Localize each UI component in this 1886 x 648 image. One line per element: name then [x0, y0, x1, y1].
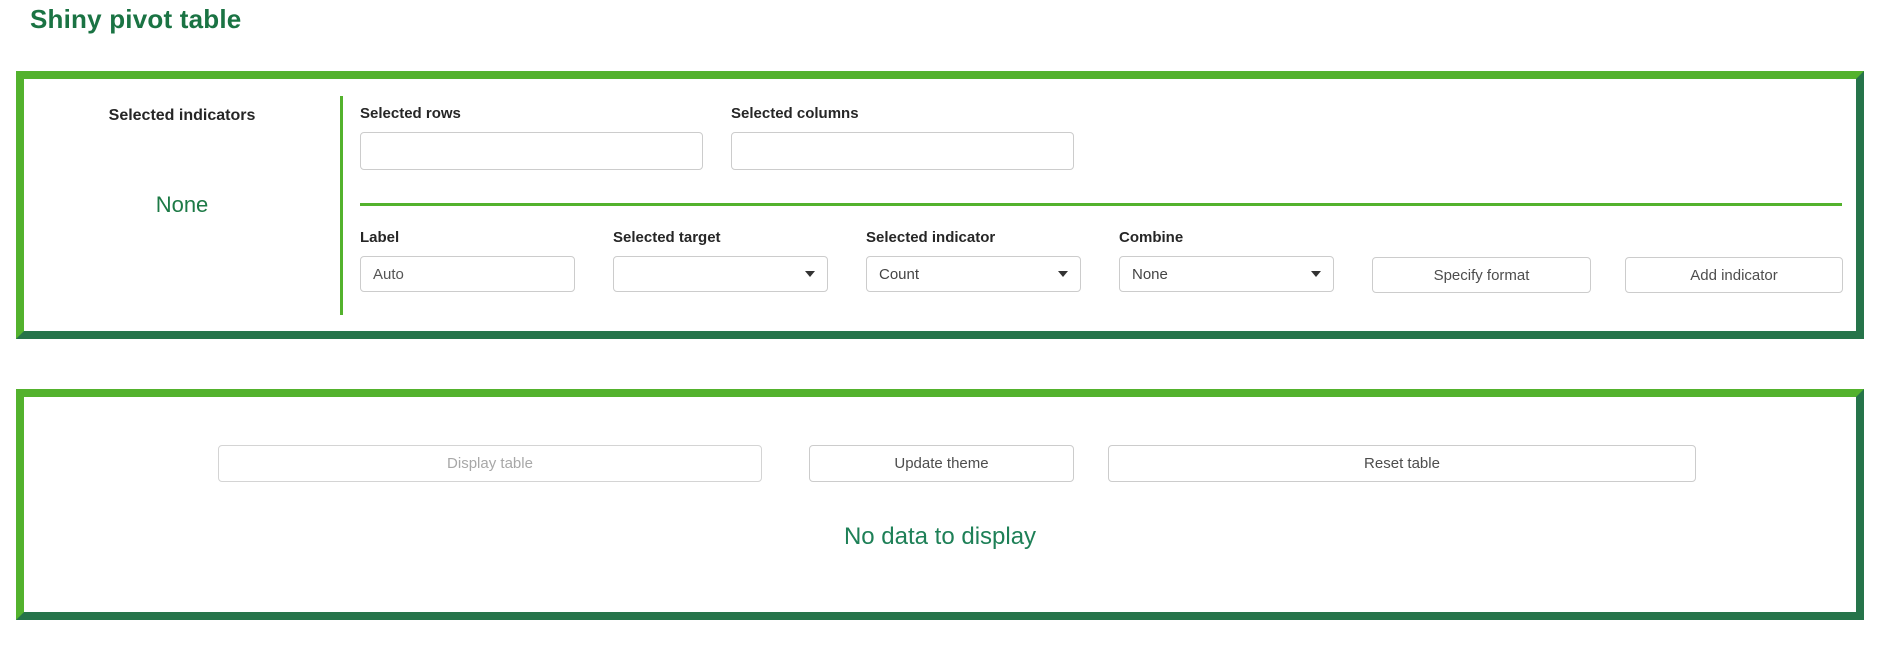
combine-label: Combine [1119, 229, 1334, 247]
update-theme-button[interactable]: Update theme [809, 445, 1074, 482]
selected-indicators-column: Selected indicators None [24, 79, 340, 331]
horizontal-divider [360, 203, 1842, 206]
selected-target-label: Selected target [613, 229, 828, 247]
selected-indicator-group: Selected indicator Count [866, 229, 1081, 292]
chevron-down-icon [1058, 271, 1068, 277]
combine-value: None [1132, 266, 1168, 283]
combine-group: Combine None [1119, 229, 1334, 292]
selected-indicator-select[interactable]: Count [866, 256, 1081, 292]
display-table-button[interactable]: Display table [218, 445, 762, 482]
selected-columns-label: Selected columns [731, 105, 1074, 123]
selected-indicators-value: None [24, 192, 340, 218]
reset-table-button[interactable]: Reset table [1108, 445, 1696, 482]
vertical-divider [340, 96, 343, 315]
selected-target-group: Selected target [613, 229, 828, 292]
no-data-message: No data to display [24, 523, 1856, 551]
add-indicator-button[interactable]: Add indicator [1625, 257, 1843, 293]
chevron-down-icon [805, 271, 815, 277]
selected-indicator-value: Count [879, 266, 919, 283]
selected-indicator-label: Selected indicator [866, 229, 1081, 247]
indicator-config-panel: Selected indicators None Selected rows S… [16, 71, 1864, 339]
selected-rows-label: Selected rows [360, 105, 703, 123]
selected-columns-group: Selected columns [731, 105, 1074, 170]
selected-rows-group: Selected rows [360, 105, 703, 170]
table-output-panel: Display table Update theme Reset table N… [16, 389, 1864, 620]
chevron-down-icon [1311, 271, 1321, 277]
label-field-label: Label [360, 229, 575, 247]
selected-columns-input[interactable] [731, 132, 1074, 170]
selected-rows-input[interactable] [360, 132, 703, 170]
label-field-group: Label [360, 229, 575, 292]
label-input[interactable] [360, 256, 575, 292]
combine-select[interactable]: None [1119, 256, 1334, 292]
page-title: Shiny pivot table [30, 4, 241, 35]
selected-target-select[interactable] [613, 256, 828, 292]
specify-format-button[interactable]: Specify format [1372, 257, 1591, 293]
selected-indicators-heading: Selected indicators [24, 107, 340, 125]
